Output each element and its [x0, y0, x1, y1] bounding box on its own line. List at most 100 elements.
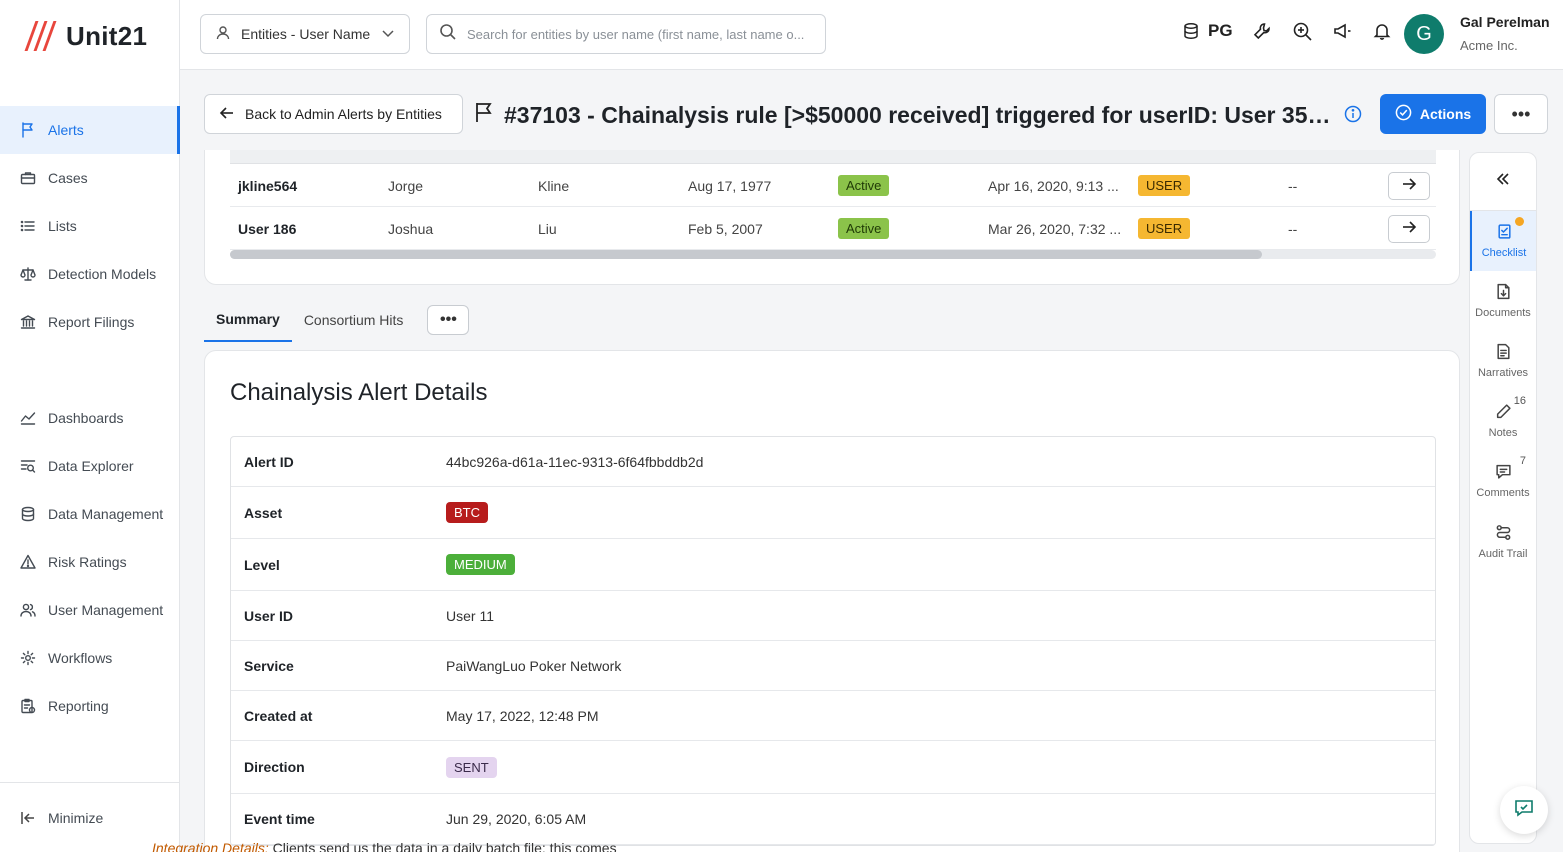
flag-icon [20, 122, 36, 138]
detail-key: Created at [244, 707, 313, 724]
detail-row-user-id: User ID User 11 [231, 591, 1435, 641]
avatar[interactable]: G [1404, 14, 1444, 54]
detail-value: PaiWangLuo Poker Network [446, 657, 622, 674]
sidebar-item-reporting[interactable]: Reporting [0, 682, 180, 730]
database-icon[interactable] [1180, 20, 1202, 42]
horizontal-scrollbar[interactable] [230, 250, 1436, 259]
search-box[interactable] [426, 14, 826, 54]
detail-row-service: Service PaiWangLuo Poker Network [231, 641, 1435, 691]
detail-value: MEDIUM [446, 554, 515, 575]
sidebar-item-cases[interactable]: Cases [0, 154, 180, 202]
detail-value: SENT [446, 756, 497, 778]
entity-date: Mar 26, 2020, 7:32 ... [988, 220, 1122, 237]
sidebar-item-report-filings[interactable]: Report Filings [0, 298, 180, 346]
tab-consortium-hits[interactable]: Consortium Hits [292, 298, 416, 342]
table-cell: USER [1138, 207, 1191, 250]
entity-type-select[interactable]: Entities - User Name [200, 14, 410, 54]
rail-item-comments[interactable]: Comments 7 [1470, 451, 1536, 511]
open-entity-button[interactable] [1388, 171, 1430, 200]
chat-icon [1513, 797, 1535, 824]
logo-text: Unit21 [66, 20, 148, 51]
zoom-search-icon[interactable] [1291, 20, 1313, 42]
arrow-right-icon [1401, 219, 1417, 238]
sidebar-item-alerts[interactable]: Alerts [0, 106, 180, 154]
sidebar-item-risk-ratings[interactable]: Risk Ratings [0, 538, 180, 586]
sidebar-item-detection-models[interactable]: Detection Models [0, 250, 180, 298]
rail-item-narratives[interactable]: Narratives [1470, 331, 1536, 391]
check-circle-icon [1395, 104, 1412, 124]
detail-value: Jun 29, 2020, 6:05 AM [446, 811, 587, 827]
rail-item-label: Checklist [1481, 247, 1527, 259]
sidebar-item-label: Data Management [48, 506, 164, 522]
table-cell: Joshua [388, 207, 433, 250]
bell-icon[interactable] [1371, 20, 1393, 42]
page-title: #37103 - Chainalysis rule [>$50000 recei… [474, 98, 1364, 132]
sidebar-item-label: User Management [48, 602, 164, 618]
rail-item-audit-trail[interactable]: Audit Trail [1470, 511, 1536, 573]
detail-row-asset: Asset BTC [231, 487, 1435, 539]
table-row[interactable]: User 186 Joshua Liu Feb 5, 2007 Active Mar 26… [230, 207, 1436, 250]
detail-key: Service [244, 657, 294, 674]
wrench-icon[interactable] [1251, 20, 1273, 42]
logo-mark-icon [24, 20, 60, 52]
entity-extra: -- [1288, 177, 1298, 194]
detail-row-level: Level MEDIUM [231, 539, 1435, 591]
scrollbar-thumb[interactable] [230, 250, 1262, 259]
search-input[interactable] [467, 26, 813, 42]
value-badge: BTC [446, 502, 488, 523]
chevron-down-icon [381, 26, 395, 43]
entity-select-value: Entities - User Name [241, 26, 371, 42]
user-org: Acme Inc. [1460, 38, 1518, 53]
logo[interactable]: Unit21 [24, 20, 148, 52]
sidebar-item-label: Workflows [48, 650, 113, 666]
more-options-button[interactable]: ••• [1494, 94, 1548, 134]
open-entity-button[interactable] [1388, 214, 1430, 243]
rail-item-count: 7 [1519, 455, 1526, 467]
tab-more-button[interactable]: ••• [427, 305, 470, 335]
sidebar: Unit21 Alerts Cases Lists Detection Models R… [0, 0, 180, 852]
megaphone-icon[interactable] [1331, 20, 1353, 42]
audit-icon [1495, 524, 1512, 544]
sidebar-item-data-management[interactable]: Data Management [0, 490, 180, 538]
detail-row-direction: Direction SENT [231, 741, 1435, 794]
back-button[interactable]: Back to Admin Alerts by Entities [204, 94, 463, 134]
sidebar-item-label: Data Explorer [48, 458, 134, 474]
rail-item-documents[interactable]: Documents [1470, 271, 1536, 331]
sidebar-item-dashboards[interactable]: Dashboards [0, 394, 180, 442]
sidebar-item-workflows[interactable]: Workflows [0, 634, 180, 682]
data-search-icon [20, 458, 36, 474]
sidebar-item-user-management[interactable]: User Management [0, 586, 180, 634]
actions-button[interactable]: Actions [1380, 94, 1486, 134]
sidebar-item-data-explorer[interactable]: Data Explorer [0, 442, 180, 490]
table-row[interactable]: jkline564 Jorge Kline Aug 17, 1977 Active Apr… [230, 164, 1436, 207]
detail-key: User ID [244, 607, 294, 624]
sidebar-item-lists[interactable]: Lists [0, 202, 180, 250]
tab-summary[interactable]: Summary [204, 298, 292, 342]
rail-item-label: Notes [1488, 427, 1518, 439]
collapse-rail-button[interactable] [1470, 153, 1536, 211]
top-bar: Entities - User Name PG G Gal Perelman A… [180, 0, 1563, 70]
document-icon [1495, 283, 1512, 303]
table-cell: jkline564 [238, 164, 297, 207]
chat-support-button[interactable] [1500, 786, 1548, 834]
detail-value: 44bc926a-d61a-11ec-9313-6f64fbbddb2d [446, 453, 704, 470]
flag-icon [474, 101, 494, 129]
entity-username: User 186 [238, 220, 297, 237]
sidebar-item-label: Alerts [48, 122, 84, 138]
rail-item-checklist[interactable]: Checklist [1470, 211, 1536, 271]
sidebar-item-label: Report Filings [48, 314, 135, 330]
info-icon[interactable] [1344, 102, 1362, 129]
users-icon [20, 602, 36, 618]
checklist-icon [1496, 223, 1513, 243]
rail-item-notes[interactable]: Notes 16 [1470, 391, 1536, 451]
report-icon [20, 698, 36, 714]
scale-icon [20, 266, 36, 282]
table-cell: User 186 [238, 207, 296, 250]
entity-type-badge: USER [1138, 175, 1191, 196]
rail-item-count: 16 [1513, 395, 1526, 407]
environment-label[interactable]: PG [1208, 21, 1233, 41]
detail-value: BTC [446, 502, 488, 523]
table-cell: Feb 5, 2007 [688, 207, 763, 250]
table-cell: -- [1288, 207, 1297, 250]
